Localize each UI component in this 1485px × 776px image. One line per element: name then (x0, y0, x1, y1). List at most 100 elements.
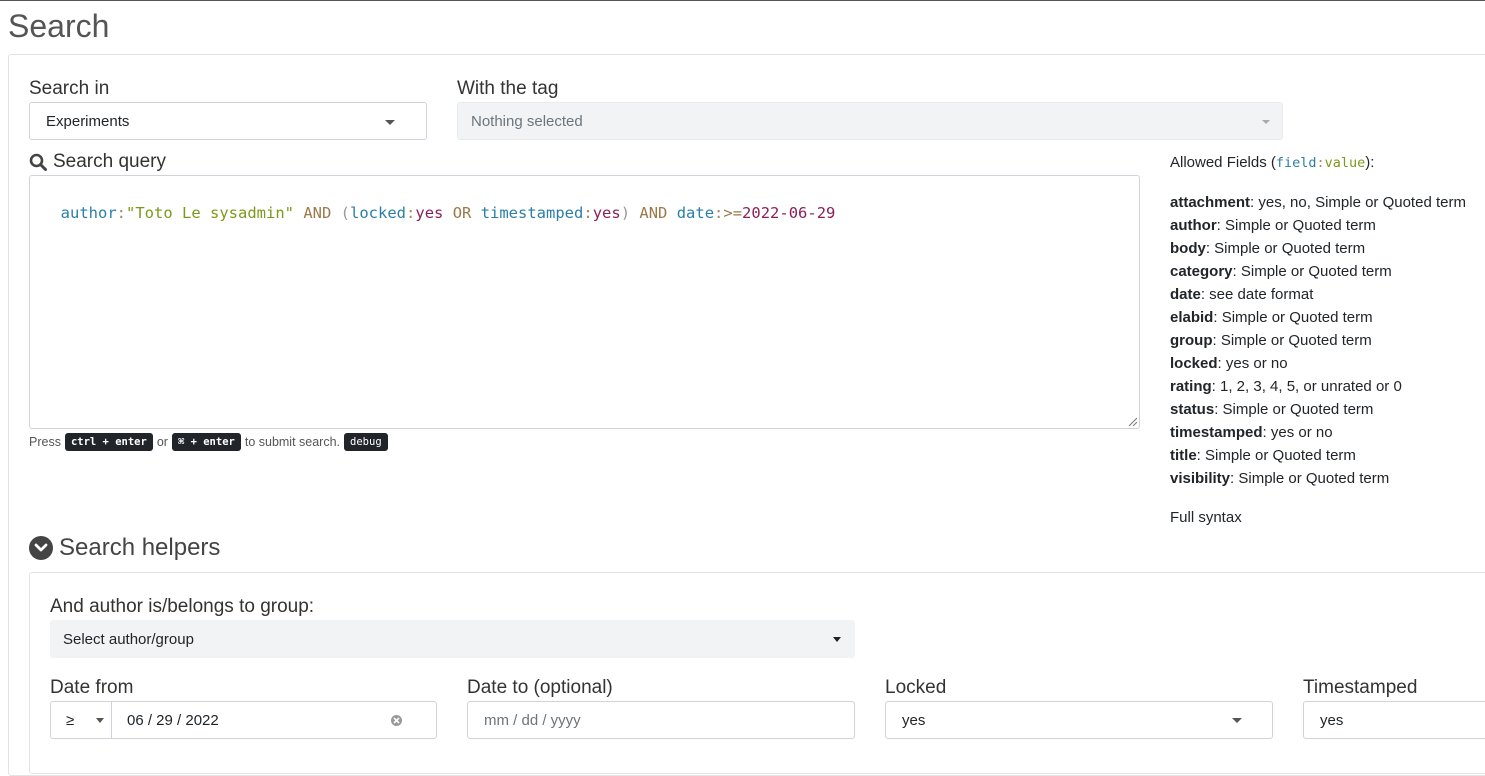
locked-select[interactable]: yes (885, 701, 1273, 739)
hint-press-text: Press (29, 435, 61, 449)
chevron-down-icon (96, 718, 104, 723)
allowed-field-desc: : Simple or Quoted term (1214, 401, 1374, 418)
query-token: AND (630, 204, 677, 222)
allowed-fields-title: Allowed Fields (field:value): (1170, 151, 1485, 175)
query-token: yes (415, 204, 444, 222)
allowed-field-name: timestamped (1170, 424, 1263, 441)
query-token: locked (350, 204, 407, 222)
query-token: >= (723, 204, 743, 222)
allowed-field-desc: : Simple or Quoted term (1230, 470, 1390, 487)
query-token: date (676, 204, 715, 222)
search-query-text: author:"Toto Le sysadmin" AND (locked:ye… (61, 204, 836, 222)
search-helpers-title: Search helpers (59, 534, 221, 561)
chevron-down-icon (1262, 120, 1270, 124)
chevron-down-icon (1232, 718, 1242, 723)
allowed-title-suffix: ): (1365, 154, 1375, 171)
allowed-field-row: timestamped: yes or no (1170, 421, 1485, 444)
date-to-input[interactable]: mm / dd / yyyy (467, 701, 855, 739)
allowed-field-desc: : Simple or Quoted term (1232, 263, 1392, 280)
page-title: Search (8, 8, 110, 44)
allowed-field-row: rating: 1, 2, 3, 4, 5, or unrated or 0 (1170, 375, 1485, 398)
allowed-field-row: title: Simple or Quoted term (1170, 444, 1485, 467)
allowed-fields-list: attachment: yes, no, Simple or Quoted te… (1170, 191, 1485, 490)
timestamped-label: Timestamped (1303, 677, 1418, 698)
chevron-down-icon (385, 120, 395, 125)
allowed-field-name: title (1170, 447, 1197, 464)
kbd-cmd-enter: ⌘ + enter (171, 433, 241, 451)
query-token: 2022-06-29 (742, 204, 836, 222)
query-token: timestamped (480, 204, 584, 222)
allowed-field-row: author: Simple or Quoted term (1170, 214, 1485, 237)
allowed-field-row: date: see date format (1170, 283, 1485, 306)
kbd-ctrl-enter: ctrl + enter (64, 433, 153, 451)
query-token: ( (340, 204, 351, 222)
search-icon (29, 153, 47, 171)
search-in-select[interactable]: Experiments (29, 102, 427, 140)
allowed-field-row: visibility: Simple or Quoted term (1170, 467, 1485, 490)
query-token: AND (294, 204, 341, 222)
allowed-field-row: status: Simple or Quoted term (1170, 398, 1485, 421)
date-to-placeholder: mm / dd / yyyy (484, 711, 581, 729)
query-token: yes (592, 204, 621, 222)
query-token: : (116, 204, 127, 222)
allowed-field-name: rating (1170, 378, 1212, 395)
chevron-down-icon (833, 637, 841, 642)
allowed-field-name: category (1170, 263, 1233, 280)
allowed-field-name: date (1170, 286, 1201, 303)
allowed-field-name: attachment (1170, 194, 1251, 211)
allowed-title-prefix: Allowed Fields ( (1170, 154, 1276, 171)
query-token: OR (443, 204, 481, 222)
resize-handle-icon[interactable] (1127, 416, 1137, 426)
allowed-field-name: elabid (1170, 309, 1214, 326)
locked-label: Locked (885, 677, 947, 698)
allowed-field-name: body (1170, 240, 1206, 257)
allowed-field-row: elabid: Simple or Quoted term (1170, 306, 1485, 329)
query-token: "Toto Le sysadmin" (126, 204, 294, 222)
allowed-field-desc: : 1, 2, 3, 4, 5, or unrated or 0 (1211, 378, 1402, 395)
tag-select[interactable]: Nothing selected (457, 102, 1283, 140)
allowed-field-name: visibility (1170, 470, 1231, 487)
date-from-value: 06 / 29 / 2022 (127, 711, 219, 729)
allowed-field-desc: : Simple or Quoted term (1216, 217, 1376, 234)
code-value: value (1324, 155, 1366, 171)
allowed-field-name: author (1170, 217, 1217, 234)
date-from-operator-select[interactable]: ≥ (50, 701, 112, 739)
date-from-input[interactable]: 06 / 29 / 2022 (111, 701, 437, 739)
allowed-field-name: status (1170, 401, 1215, 418)
with-tag-label: With the tag (457, 78, 559, 99)
allowed-field-desc: : yes or no (1262, 424, 1333, 441)
allowed-fields-panel: Allowed Fields (field:value): attachment… (1170, 151, 1485, 529)
allowed-field-name: group (1170, 332, 1213, 349)
author-group-select[interactable]: Select author/group (50, 620, 855, 658)
allowed-field-row: group: Simple or Quoted term (1170, 329, 1485, 352)
query-token: : (583, 204, 593, 222)
query-token: : (714, 204, 724, 222)
hint-or-text: or (156, 435, 168, 449)
hint-submit-text: to submit search. (244, 435, 341, 449)
author-group-label: And author is/belongs to group: (50, 596, 315, 617)
allowed-field-row: category: Simple or Quoted term (1170, 260, 1485, 283)
top-border (0, 0, 1485, 1)
query-token: ) (620, 204, 631, 222)
allowed-field-desc: : Simple or Quoted term (1196, 447, 1356, 464)
code-colon: : (1316, 155, 1325, 171)
allowed-field-desc: : Simple or Quoted term (1212, 332, 1372, 349)
timestamped-select[interactable]: yes (1303, 701, 1485, 739)
query-token: author (60, 204, 117, 222)
timestamped-value: yes (1320, 711, 1344, 729)
debug-button[interactable]: debug (344, 433, 388, 451)
clear-icon[interactable] (390, 714, 403, 727)
allowed-field-desc: : see date format (1200, 286, 1314, 303)
locked-value: yes (902, 711, 926, 729)
allowed-field-row: locked: yes or no (1170, 352, 1485, 375)
search-query-input[interactable]: author:"Toto Le sysadmin" AND (locked:ye… (29, 175, 1140, 429)
date-to-label: Date to (optional) (467, 677, 613, 698)
allowed-field-name: locked (1170, 355, 1218, 372)
allowed-field-desc: : Simple or Quoted term (1205, 240, 1366, 257)
search-helpers-toggle[interactable]: Search helpers (29, 534, 220, 562)
full-syntax-link[interactable]: Full syntax (1170, 506, 1485, 529)
code-field: field (1275, 155, 1317, 171)
tag-select-value: Nothing selected (471, 112, 583, 130)
allowed-field-row: attachment: yes, no, Simple or Quoted te… (1170, 191, 1485, 214)
chevron-down-circle-icon (29, 536, 53, 560)
